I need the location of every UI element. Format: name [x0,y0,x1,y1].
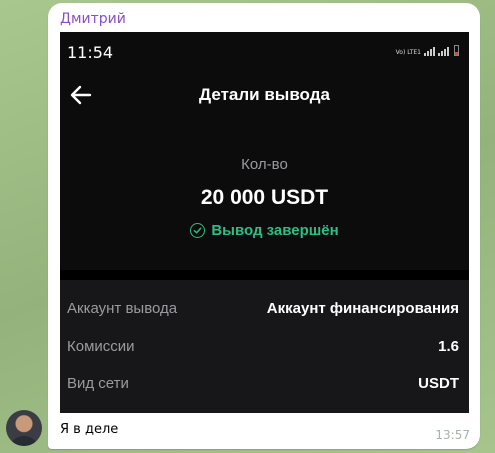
signal-icon [424,47,435,56]
attached-screenshot[interactable]: 11:54 Vo) LTE1 Детали вывода Кол-во 20 0… [60,32,469,413]
lte-indicator: Vo) LTE1 [395,49,421,56]
detail-value: Аккаунт финансирования [266,299,459,317]
detail-label: Вид сети [67,374,129,392]
sender-name[interactable]: Дмитрий [60,11,126,27]
message-bubble[interactable]: Дмитрий 11:54 Vo) LTE1 Детали вывода Кол… [48,3,480,449]
detail-value: 1.6 [438,337,459,355]
detail-label: Аккаунт вывода [67,299,178,317]
status-bar-icons: Vo) LTE1 [396,45,459,56]
detail-value: USDT [418,374,459,392]
signal-2-icon [438,47,449,56]
sender-avatar[interactable] [6,410,42,446]
check-circle-icon [190,223,206,238]
message-time: 13:57 [435,428,470,442]
details-card: Аккаунт вывода Аккаунт финансирования Ко… [60,280,469,413]
detail-label: Комиссии [67,337,135,355]
detail-row-account: Аккаунт вывода Аккаунт финансирования [67,298,459,318]
status-bar-time: 11:54 [67,43,114,62]
detail-row-network: Вид сети USDT [67,373,459,393]
message-caption: Я в деле [60,422,119,437]
withdrawal-status: Вывод завершён [60,222,469,239]
page-title: Детали вывода [199,85,330,104]
status-text: Вывод завершён [211,222,339,239]
section-divider [60,270,469,280]
amount-label: Кол-во [241,156,288,173]
battery-icon [454,45,459,56]
amount-value: 20 000 USDT [200,186,329,209]
detail-row-fee: Комиссии 1.6 [67,336,459,356]
